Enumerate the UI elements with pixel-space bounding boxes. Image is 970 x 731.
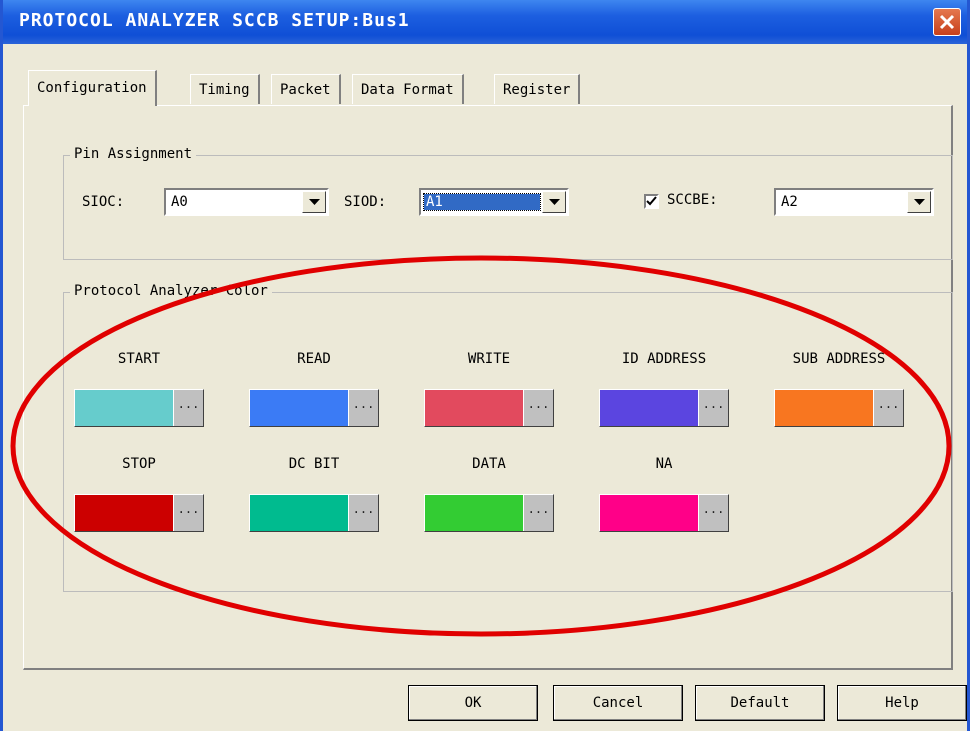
tab-register[interactable]: Register: [494, 74, 581, 104]
start-color-swatch[interactable]: ...: [74, 389, 204, 427]
tab-configuration[interactable]: Configuration: [28, 70, 157, 106]
write-label: WRITE: [467, 351, 511, 367]
start-label: START: [117, 351, 161, 367]
data-color-swatch[interactable]: ...: [424, 494, 554, 532]
sccbe-select[interactable]: A2: [774, 188, 934, 216]
read-label: READ: [297, 351, 331, 367]
pin-assignment-group: Pin Assignment SIOC: A0 SIOD: A1 SCCBE: …: [63, 146, 953, 260]
sccbe-label: SCCBE:: [667, 192, 718, 208]
setup-dialog: PROTOCOL ANALYZER SCCB SETUP:Bus1 Config…: [0, 0, 970, 731]
siod-dropdown-button[interactable]: [542, 191, 566, 213]
chevron-down-icon: [914, 199, 925, 205]
na-color-swatch[interactable]: ...: [599, 494, 729, 532]
siod-label: SIOD:: [344, 194, 387, 210]
sccbe-checkbox[interactable]: [644, 194, 659, 209]
chevron-down-icon: [309, 199, 320, 205]
sioc-dropdown-button[interactable]: [302, 191, 326, 213]
help-button[interactable]: Help: [837, 685, 967, 721]
start-more-button[interactable]: ...: [173, 390, 203, 426]
id-address-more-button[interactable]: ...: [698, 390, 728, 426]
tab-timing[interactable]: Timing: [190, 74, 260, 104]
data-label: DATA: [472, 456, 506, 472]
sub-address-label: SUB ADDRESS: [792, 351, 886, 367]
sioc-value: A0: [171, 194, 188, 210]
stop-label: STOP: [122, 456, 156, 472]
dc-bit-color-swatch[interactable]: ...: [249, 494, 379, 532]
ok-button[interactable]: OK: [408, 685, 538, 721]
id-address-label: ID ADDRESS: [621, 351, 707, 367]
siod-select[interactable]: A1: [419, 188, 569, 216]
dc-bit-more-button[interactable]: ...: [348, 495, 378, 531]
id-address-color-swatch[interactable]: ...: [599, 389, 729, 427]
protocol-color-group: Protocol Analyzer Color START ... READ .…: [63, 283, 953, 592]
chevron-down-icon: [549, 199, 560, 205]
default-button[interactable]: Default: [695, 685, 825, 721]
stop-more-button[interactable]: ...: [173, 495, 203, 531]
cancel-button[interactable]: Cancel: [553, 685, 683, 721]
checkmark-icon: [646, 196, 657, 206]
write-more-button[interactable]: ...: [523, 390, 553, 426]
write-color-swatch[interactable]: ...: [424, 389, 554, 427]
read-color-swatch[interactable]: ...: [249, 389, 379, 427]
sub-address-more-button[interactable]: ...: [873, 390, 903, 426]
sccbe-value: A2: [781, 194, 798, 210]
tab-data-format[interactable]: Data Format: [352, 74, 464, 104]
close-button[interactable]: [933, 8, 961, 36]
sioc-label: SIOC:: [82, 194, 125, 210]
dc-bit-label: DC BIT: [288, 456, 340, 472]
sccbe-dropdown-button[interactable]: [907, 191, 931, 213]
title-bar[interactable]: PROTOCOL ANALYZER SCCB SETUP:Bus1: [3, 0, 967, 44]
na-more-button[interactable]: ...: [698, 495, 728, 531]
data-more-button[interactable]: ...: [523, 495, 553, 531]
close-icon: [939, 14, 955, 30]
read-more-button[interactable]: ...: [348, 390, 378, 426]
sub-address-color-swatch[interactable]: ...: [774, 389, 904, 427]
protocol-color-title: Protocol Analyzer Color: [70, 283, 272, 299]
pin-assignment-title: Pin Assignment: [70, 146, 197, 162]
siod-value: A1: [423, 193, 541, 211]
stop-color-swatch[interactable]: ...: [74, 494, 204, 532]
sioc-select[interactable]: A0: [164, 188, 329, 216]
na-label: NA: [655, 456, 673, 472]
tab-packet[interactable]: Packet: [271, 74, 341, 104]
window-title: PROTOCOL ANALYZER SCCB SETUP:Bus1: [19, 10, 410, 31]
